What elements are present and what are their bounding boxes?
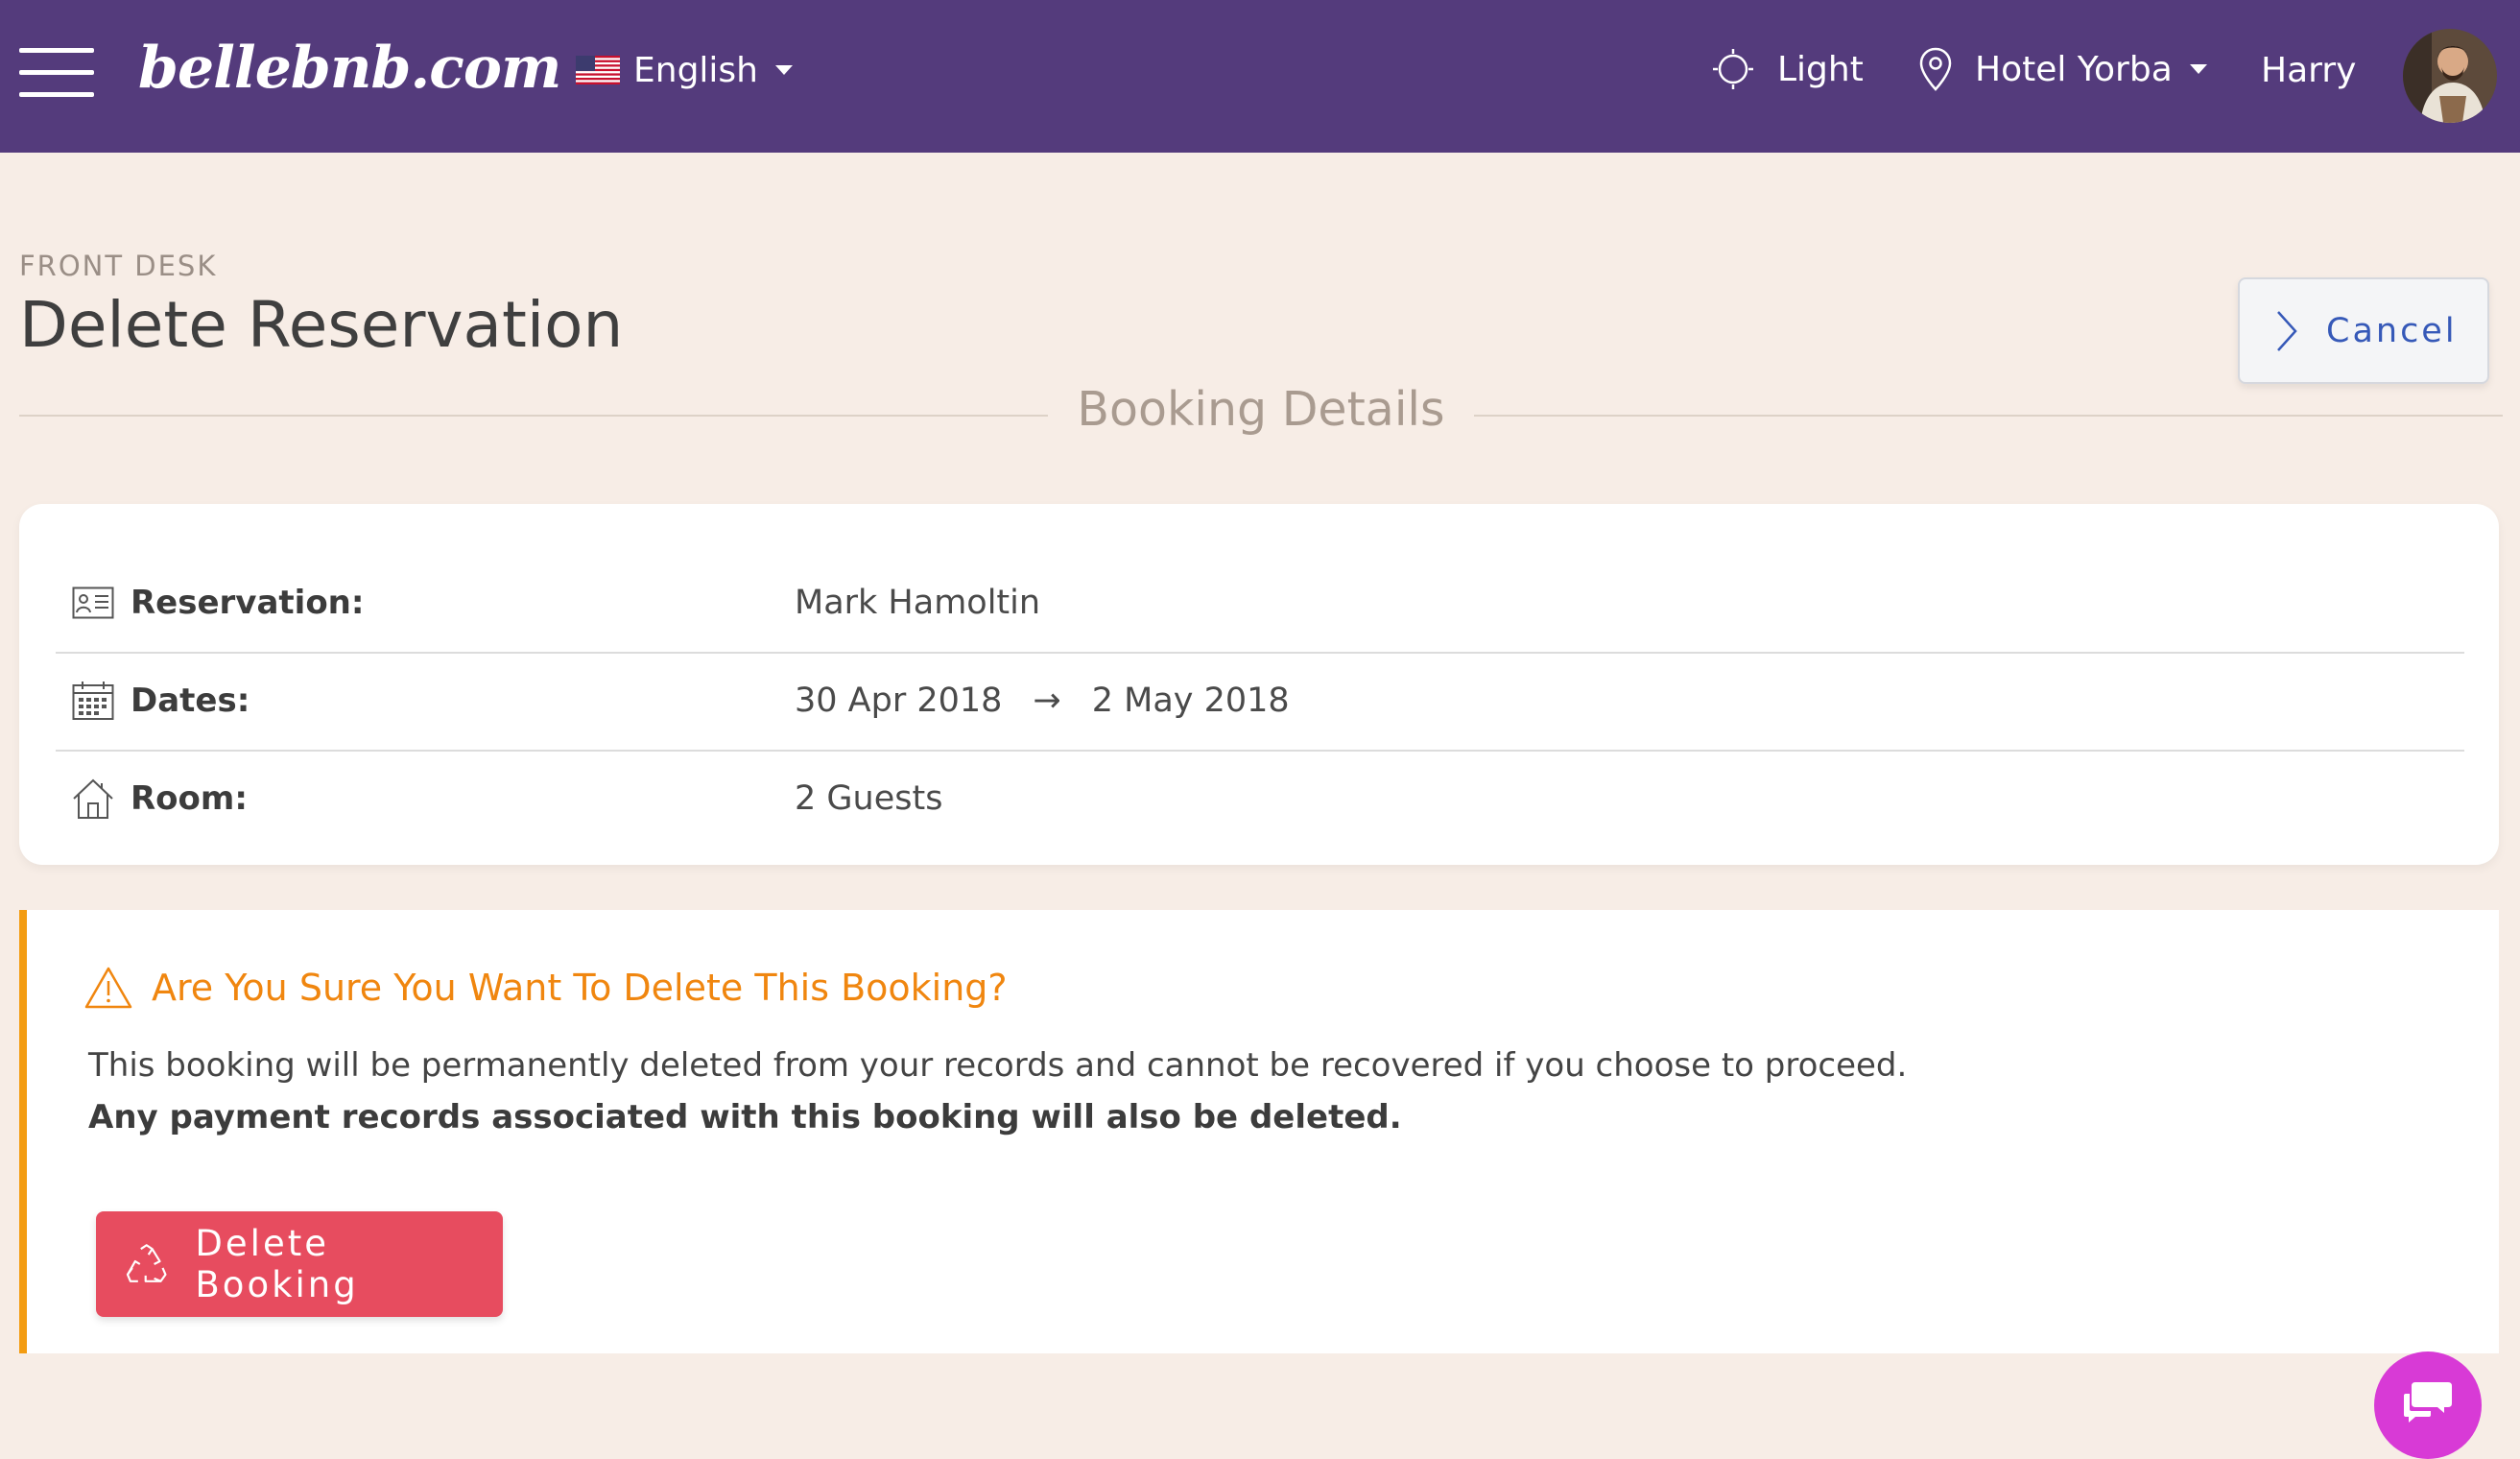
site-logo[interactable]: bellebnb.com [138,35,561,102]
room-label: Room: [131,779,248,818]
date-to: 2 May 2018 [1091,682,1290,720]
breadcrumb: FRONT DESK [19,250,218,282]
theme-toggle[interactable]: Light [1712,40,1864,98]
house-icon [69,777,117,821]
reservation-row: Reservation: Mark Hamoltin [56,554,2464,654]
calendar-icon [69,679,117,723]
section-divider-left [19,415,1048,417]
warning-text-bold: Any payment records associated with this… [88,1098,1402,1136]
hotel-selector[interactable]: Hotel Yorba [1919,40,2207,98]
hamburger-menu-icon[interactable] [19,48,94,98]
section-title: Booking Details [1077,382,1445,437]
language-selector[interactable]: English [576,44,793,96]
dates-row: Dates: 30 Apr 2018 → 2 May 2018 [56,652,2464,752]
reservation-value: Mark Hamoltin [795,584,1041,622]
delete-booking-button[interactable]: Delete Booking [96,1211,503,1317]
delete-booking-label: Delete Booking [195,1223,359,1305]
hotel-label: Hotel Yorba [1975,49,2173,89]
delete-warning-panel: Are You Sure You Want To Delete This Boo… [19,910,2499,1353]
chevron-down-icon [2189,64,2207,74]
warning-title: Are You Sure You Want To Delete This Boo… [152,967,1008,1009]
room-row: Room: 2 Guests [56,750,2464,848]
cancel-label: Cancel [2326,311,2458,350]
dates-label: Dates: [131,682,250,720]
reservation-label: Reservation: [131,584,365,622]
arrow-right-icon: → [1033,682,1061,720]
map-pin-icon [1919,47,1952,91]
section-divider-right [1474,415,2503,417]
warning-heading: Are You Sure You Want To Delete This Boo… [84,966,1008,1010]
date-from: 30 Apr 2018 [795,682,1003,720]
avatar[interactable] [2403,29,2497,123]
chevron-right-icon [2277,310,2297,351]
theme-label: Light [1777,49,1864,89]
user-name: Harry [2261,50,2357,90]
warning-text: This booking will be permanently deleted… [88,1046,1908,1085]
us-flag-icon [576,56,620,84]
chat-button[interactable] [2374,1351,2482,1459]
cancel-button[interactable]: Cancel [2238,277,2489,384]
top-navbar: bellebnb.com English Light Hotel Yorba H… [0,0,2520,153]
page-title: Delete Reservation [19,288,624,362]
user-menu[interactable]: Harry [2261,44,2356,96]
chat-icon [2404,1382,2452,1423]
chevron-down-icon [775,65,793,75]
id-card-icon [69,581,117,625]
room-value: 2 Guests [795,779,943,818]
language-label: English [633,50,758,90]
dates-value: 30 Apr 2018 → 2 May 2018 [795,682,1290,720]
booking-details-card: Reservation: Mark Hamoltin Dates: 30 Apr… [19,504,2499,865]
warning-triangle-icon [84,967,132,1009]
recycle-icon [126,1244,167,1282]
sun-icon [1713,49,1753,89]
